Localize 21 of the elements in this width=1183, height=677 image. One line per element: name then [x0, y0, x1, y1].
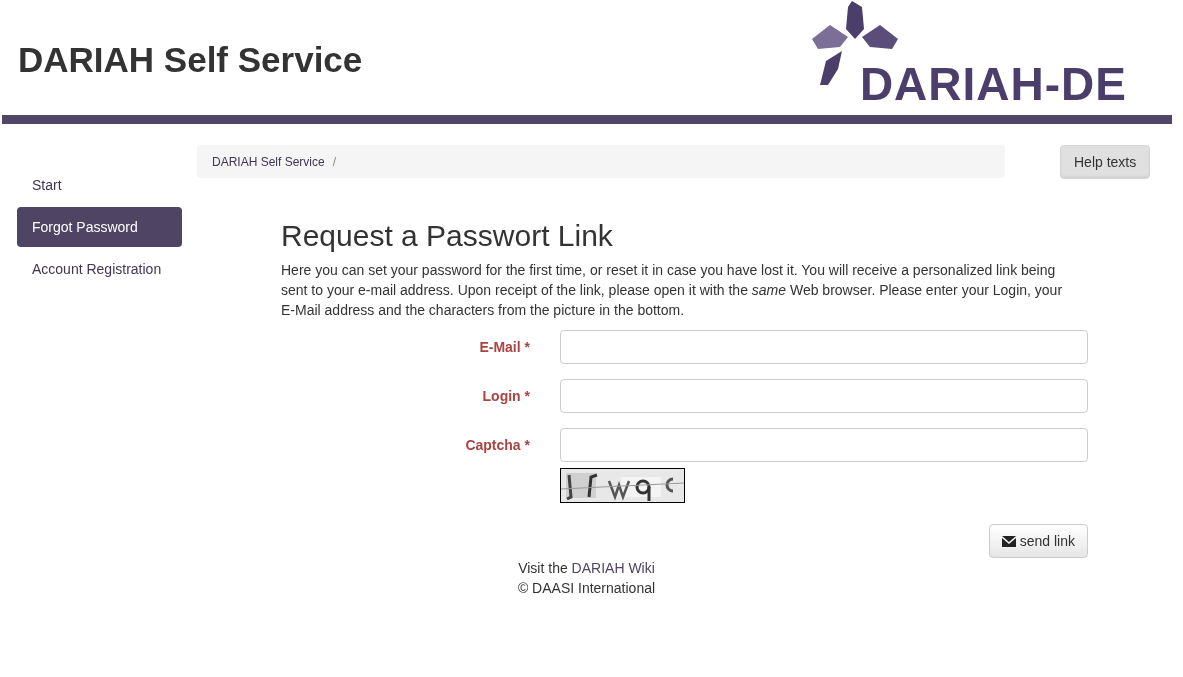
intro-paragraph: Here you can set your password for the first time, or reset it in case you have lost it. You will receive a personalized link being sent to your e-mail address. Upon receipt of the link, please open it with the same Web browser. Please enter your Login, your E-Mail address and the characters from the picture in the bottom. — [281, 261, 1064, 320]
nav-item[interactable]: Account Registration — [17, 249, 182, 289]
envelope-icon — [1001, 535, 1016, 547]
field-label: E-Mail * — [478, 339, 530, 355]
logo-text: DARIAH-DE — [859, 61, 1127, 107]
field-label: Captcha * — [464, 437, 530, 453]
send-link-button[interactable]: send link — [988, 524, 1088, 558]
nav-item[interactable]: Start — [17, 165, 182, 205]
input-field[interactable] — [560, 330, 1088, 364]
copyright-text: © DAASI International — [517, 579, 656, 598]
input-field[interactable] — [560, 428, 1088, 462]
wiki-note: Visit the DARIAH Wiki — [518, 559, 655, 578]
wiki-link[interactable]: DARIAH Wiki — [571, 560, 655, 576]
site-title: DARIAH Self Service — [18, 40, 363, 80]
breadcrumb-separator: / — [332, 154, 337, 169]
field-label: Login * — [481, 388, 530, 404]
nav-item[interactable]: Forgot Password — [17, 207, 182, 247]
page-heading: Request a Passwort Link — [281, 218, 614, 254]
input-field[interactable] — [560, 379, 1088, 413]
help-button[interactable]: Help texts — [1060, 145, 1151, 179]
breadcrumb-link[interactable]: DARIAH Self Service — [212, 154, 325, 169]
